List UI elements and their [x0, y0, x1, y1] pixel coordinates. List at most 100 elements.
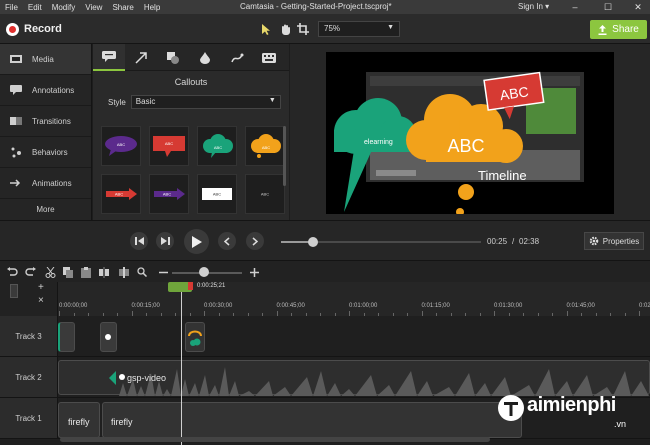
- tab-transitions[interactable]: Transitions: [0, 106, 91, 137]
- menu-share[interactable]: Share: [107, 3, 138, 12]
- keystroke-icon[interactable]: [253, 44, 285, 71]
- hand-pan-icon[interactable]: [277, 21, 293, 37]
- chevron-down-icon: ▼: [268, 97, 276, 104]
- tab-media[interactable]: Media: [0, 44, 91, 75]
- blur-drop-icon[interactable]: [189, 44, 221, 71]
- total-time: 02:38: [519, 237, 540, 246]
- maximize-icon[interactable]: ☐: [597, 0, 619, 14]
- add-track-icon[interactable]: +: [38, 282, 44, 293]
- share-label: Share: [612, 24, 639, 35]
- previous-marker-button[interactable]: [218, 232, 236, 250]
- close-icon[interactable]: ✕: [627, 0, 649, 14]
- callout-thumb-red-arrow[interactable]: ABC: [101, 174, 141, 214]
- scrub-handle[interactable]: [308, 237, 318, 247]
- gsp-video-clip[interactable]: gsp-video: [58, 360, 650, 396]
- zoom-value: 75%: [324, 24, 341, 33]
- track-3-label[interactable]: Track 3: [0, 316, 58, 357]
- callout-thumb-orange-cloud[interactable]: ABC: [245, 126, 285, 166]
- tab-more[interactable]: More: [0, 199, 91, 219]
- stitch-icon[interactable]: [118, 266, 130, 278]
- callout-thumb-text[interactable]: ABC: [245, 174, 285, 214]
- timeline-ruler[interactable]: + × 0:00:00;00 0:00:15;00 0:00:30;00 0:00:4…: [0, 282, 650, 316]
- tab-behaviors-label: Behaviors: [32, 147, 68, 157]
- chevron-left-icon: [224, 236, 230, 246]
- sign-in-link[interactable]: Sign In ▾: [518, 2, 549, 11]
- callout-thumb-purple-arrow[interactable]: ABC: [149, 174, 189, 214]
- style-value: Basic: [135, 97, 156, 106]
- sign-in-label: Sign In: [518, 2, 543, 11]
- playhead-out-marker[interactable]: [188, 282, 193, 290]
- next-marker-button[interactable]: [246, 232, 264, 250]
- callouts-icon[interactable]: [93, 44, 125, 71]
- callout-thumb-white-rect[interactable]: ABC: [197, 174, 237, 214]
- menu-view[interactable]: View: [80, 3, 107, 12]
- menu-help[interactable]: Help: [139, 3, 165, 12]
- animations-icon: [9, 177, 23, 189]
- record-icon: [6, 22, 19, 36]
- clip-label-firefly: firefly: [68, 417, 90, 427]
- track-2-label[interactable]: Track 2: [0, 357, 58, 398]
- zoom-in-icon[interactable]: [248, 266, 260, 278]
- tab-behaviors[interactable]: Behaviors: [0, 137, 91, 168]
- zoom-select[interactable]: 75% ▼: [318, 21, 400, 37]
- select-arrow-icon[interactable]: [258, 21, 274, 37]
- step-back-button[interactable]: [130, 232, 148, 250]
- sketch-motion-icon[interactable]: [221, 44, 253, 71]
- track-lock-toggle[interactable]: [10, 284, 18, 298]
- callout-thumb-purple-speech[interactable]: ABC: [101, 126, 141, 166]
- share-button[interactable]: Share: [590, 20, 647, 39]
- tab-animations-label: Animations: [32, 178, 72, 188]
- remove-track-icon[interactable]: ×: [38, 295, 44, 306]
- timeline-text: Timeline: [478, 168, 527, 183]
- panel-scrollbar[interactable]: [283, 126, 286, 186]
- menu-file[interactable]: File: [0, 3, 23, 12]
- upload-icon: [598, 24, 607, 35]
- style-select[interactable]: Basic ▼: [130, 95, 281, 109]
- step-forward-icon: [160, 237, 170, 245]
- redo-icon[interactable]: [24, 266, 36, 278]
- track-3-lane[interactable]: [58, 316, 650, 357]
- current-time: 00:25: [487, 237, 508, 246]
- record-button[interactable]: Record: [6, 20, 62, 38]
- canvas-preview[interactable]: elearning ABC ABC Timeline: [326, 52, 614, 214]
- zoom-out-icon[interactable]: [157, 266, 169, 278]
- callout-thumb-green-cloud[interactable]: ABC: [197, 126, 237, 166]
- transitions-icon: [9, 115, 23, 127]
- ruler-tick-label: 0:00:15;00: [131, 303, 160, 309]
- watermark-logo: aimienphi .vn: [497, 392, 647, 440]
- undo-icon[interactable]: [6, 266, 18, 278]
- track-3-clip[interactable]: [100, 322, 117, 352]
- chevron-down-icon: ▼: [387, 24, 394, 31]
- gear-icon: [589, 236, 599, 246]
- callout-thumb-red-speech[interactable]: ABC: [149, 126, 189, 166]
- watermark-suffix: .vn: [614, 419, 627, 429]
- copy-icon[interactable]: [62, 266, 74, 278]
- play-button[interactable]: [184, 229, 209, 254]
- menu-edit[interactable]: Edit: [23, 3, 47, 12]
- track-3-clip[interactable]: [58, 322, 75, 352]
- track-3-callout-clip[interactable]: [185, 322, 205, 352]
- paste-icon[interactable]: [80, 266, 92, 278]
- clip-keyframe: [105, 334, 111, 340]
- ruler-tick-label: 0:01:15;00: [421, 303, 450, 309]
- timeline-horizontal-scrollbar[interactable]: [60, 437, 490, 442]
- thumb-text: ABC: [213, 192, 221, 197]
- shapes-icon[interactable]: [157, 44, 189, 71]
- cut-icon[interactable]: [44, 266, 56, 278]
- menu-modify[interactable]: Modify: [47, 3, 81, 12]
- firefly-clip[interactable]: firefly: [58, 402, 100, 438]
- tab-annotations[interactable]: Annotations: [0, 75, 91, 106]
- search-icon[interactable]: [136, 266, 148, 278]
- track-1-label[interactable]: Track 1: [0, 398, 58, 439]
- minimize-icon[interactable]: –: [564, 0, 586, 14]
- properties-button[interactable]: Properties: [584, 232, 644, 250]
- split-icon[interactable]: [98, 266, 110, 278]
- step-forward-button[interactable]: [156, 232, 174, 250]
- tab-animations[interactable]: Animations: [0, 168, 91, 199]
- arrows-icon[interactable]: [125, 44, 157, 71]
- clip-label-gsp-video: gsp-video: [127, 373, 167, 383]
- timeline-zoom-handle[interactable]: [198, 267, 209, 277]
- crop-icon[interactable]: [295, 21, 311, 37]
- firefly-clip[interactable]: firefly: [102, 402, 522, 438]
- style-label: Style: [108, 97, 126, 107]
